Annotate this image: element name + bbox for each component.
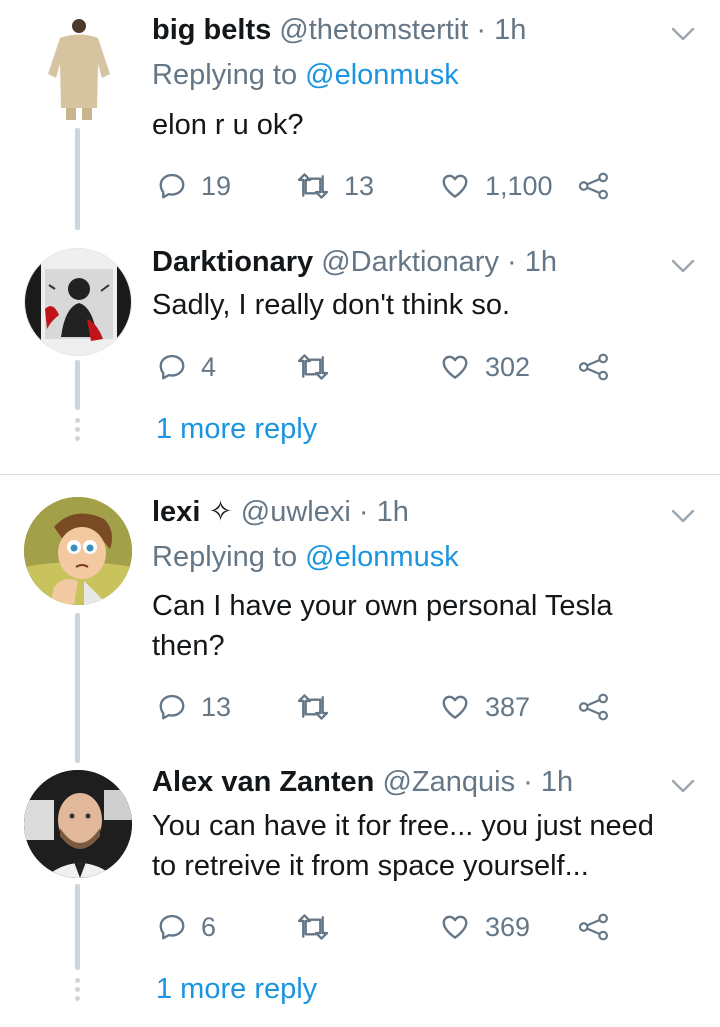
replying-to-handle[interactable]: @elonmusk <box>305 541 459 573</box>
display-name[interactable]: Darktionary <box>152 246 313 278</box>
share-icon <box>578 693 610 721</box>
avatar-big-belts[interactable] <box>24 12 132 120</box>
timestamp[interactable]: 1h <box>525 246 557 278</box>
replying-to-label: Replying to <box>152 59 306 91</box>
tweet-text-line: You can have it for free... you just nee… <box>152 810 654 842</box>
reply-count: 4 <box>201 351 217 382</box>
timestamp[interactable]: 1h <box>377 496 409 528</box>
reply-button[interactable]: 6 <box>157 907 216 947</box>
tweet-text: You can have it for free... you just nee… <box>152 806 692 886</box>
heart-icon <box>439 352 471 382</box>
share-button[interactable] <box>578 347 610 387</box>
reply-icon <box>157 692 187 722</box>
thread-dots <box>75 978 80 1005</box>
share-button[interactable] <box>578 687 610 727</box>
share-icon <box>578 353 610 381</box>
thread-divider <box>0 474 720 475</box>
tweet-header: Darktionary @Darktionary · 1h <box>152 244 557 280</box>
tweet-text-line: to retreive it from space yourself... <box>152 850 589 882</box>
avatar-lexi[interactable] <box>24 497 132 605</box>
user-handle[interactable]: @uwlexi <box>241 496 351 528</box>
retweet-button[interactable]: 13 <box>296 166 374 206</box>
retweet-icon <box>296 171 330 201</box>
reply-icon <box>157 352 187 382</box>
user-handle[interactable]: @Zanquis <box>382 766 515 798</box>
like-button[interactable]: 1,100 <box>439 166 553 206</box>
chevron-down-icon[interactable] <box>670 776 696 796</box>
separator: · <box>350 496 377 528</box>
replying-to-label: Replying to <box>152 541 306 573</box>
replying-to: Replying to @elonmusk <box>152 57 459 93</box>
reply-count: 19 <box>201 170 232 201</box>
replying-to: Replying to @elonmusk <box>152 539 459 575</box>
share-button[interactable] <box>578 166 610 206</box>
like-count: 369 <box>485 911 531 942</box>
thread-line <box>75 128 80 230</box>
display-name[interactable]: lexi ✧ <box>152 496 233 528</box>
like-count: 1,100 <box>485 170 553 201</box>
tweet-actions: 4 302 <box>152 347 622 387</box>
timestamp[interactable]: 1h <box>494 14 526 46</box>
retweet-count: 13 <box>344 170 375 201</box>
tweet-actions: 13 387 <box>152 687 622 727</box>
tweet-actions: 19 13 1,100 <box>152 166 622 206</box>
retweet-button[interactable] <box>296 907 330 947</box>
like-button[interactable]: 387 <box>439 687 530 727</box>
retweet-icon <box>296 912 330 942</box>
reply-count: 6 <box>201 911 217 942</box>
heart-icon <box>439 692 471 722</box>
user-handle[interactable]: @Darktionary <box>321 246 499 278</box>
more-replies-link[interactable]: 1 more reply <box>156 971 317 1007</box>
chevron-down-icon[interactable] <box>670 24 696 44</box>
tweet-text: Sadly, I really don't think so. <box>152 289 511 321</box>
reply-count: 13 <box>201 691 232 722</box>
tweet-text-line: then? <box>152 630 225 662</box>
tweet-header: big belts @thetomstertit · 1h <box>152 12 526 48</box>
reply-icon <box>157 912 187 942</box>
share-button[interactable] <box>578 907 610 947</box>
thread-line <box>75 884 80 970</box>
more-replies-link[interactable]: 1 more reply <box>156 411 317 447</box>
share-icon <box>578 913 610 941</box>
reply-button[interactable]: 4 <box>157 347 216 387</box>
reply-button[interactable]: 19 <box>157 166 231 206</box>
timestamp[interactable]: 1h <box>541 766 573 798</box>
avatar-alex-van-zanten[interactable] <box>24 770 132 878</box>
thread-line <box>75 360 80 410</box>
share-icon <box>578 172 610 200</box>
avatar-darktionary[interactable] <box>24 248 132 356</box>
chevron-down-icon[interactable] <box>670 256 696 276</box>
thread-dots <box>75 418 80 445</box>
tweet-header: lexi ✧ @uwlexi · 1h <box>152 494 409 530</box>
tweet-text: elon r u ok? <box>152 109 304 141</box>
separator: · <box>468 14 495 46</box>
thread-line <box>75 613 80 763</box>
reply-button[interactable]: 13 <box>157 687 231 727</box>
separator: · <box>515 766 541 798</box>
tweet-text: Can I have your own personal Tesla then? <box>152 586 692 666</box>
separator: · <box>498 246 525 278</box>
display-name[interactable]: big belts <box>152 14 271 46</box>
tweet-text-line: Can I have your own personal Tesla <box>152 590 613 622</box>
retweet-button[interactable] <box>296 687 330 727</box>
like-count: 302 <box>485 351 531 382</box>
like-count: 387 <box>485 691 531 722</box>
display-name[interactable]: Alex van Zanten <box>152 766 374 798</box>
like-button[interactable]: 369 <box>439 907 530 947</box>
tweet-actions: 6 369 <box>152 907 622 947</box>
reply-icon <box>157 171 187 201</box>
replying-to-handle[interactable]: @elonmusk <box>305 59 459 91</box>
heart-icon <box>439 912 471 942</box>
retweet-icon <box>296 352 330 382</box>
user-handle[interactable]: @thetomstertit <box>279 14 468 46</box>
retweet-button[interactable] <box>296 347 330 387</box>
retweet-icon <box>296 692 330 722</box>
heart-icon <box>439 171 471 201</box>
tweet-header: Alex van Zanten @Zanquis · 1h <box>152 764 573 800</box>
chevron-down-icon[interactable] <box>670 506 696 526</box>
like-button[interactable]: 302 <box>439 347 530 387</box>
